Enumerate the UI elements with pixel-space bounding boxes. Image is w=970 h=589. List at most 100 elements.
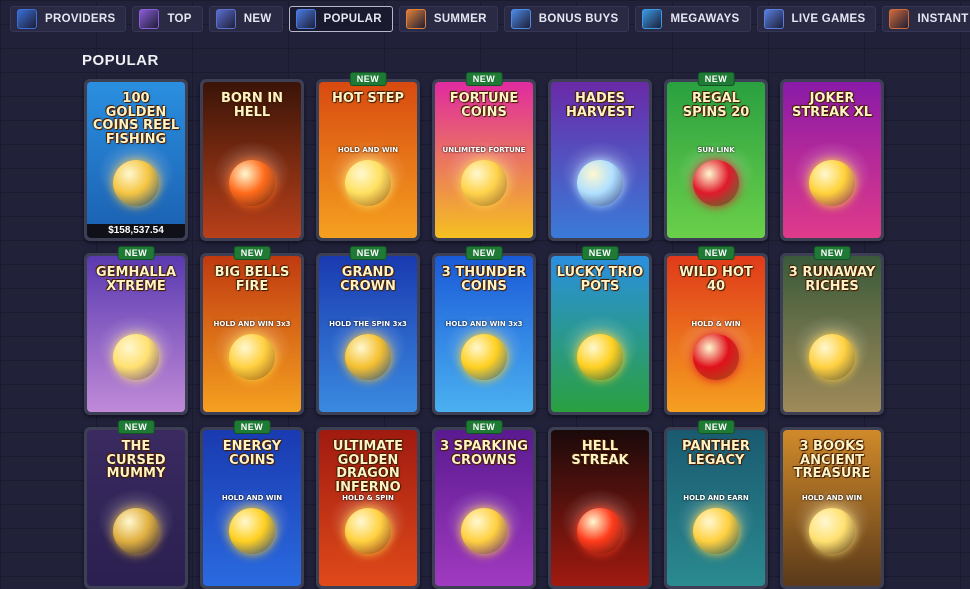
game-title: WILD HOT 40	[679, 265, 753, 294]
game-thumbnail: ULTIMATE GOLDEN DRAGON INFERNO HOLD & SPI…	[319, 430, 417, 586]
game-thumbnail: THE CURSED MUMMY	[87, 430, 185, 586]
game-thumbnail: GEMHALLA XTREME	[87, 256, 185, 412]
game-thumbnail: FORTUNE COINS UNLIMITED FORTUNE	[435, 82, 533, 238]
games-grid: 100 GOLDEN COINS REEL FISHING $158,537.54…	[0, 0, 970, 589]
new-badge: NEW	[698, 247, 734, 259]
game-thumbnail: 3 RUNAWAY RICHES	[783, 256, 881, 412]
game-emblem	[577, 334, 623, 380]
game-emblem	[461, 508, 507, 554]
game-title: ENERGY COINS	[222, 439, 282, 468]
new-badge: NEW	[350, 247, 386, 259]
game-subtitle: HOLD THE SPIN 3x3	[329, 320, 407, 328]
game-thumbnail: BIG BELLS FIRE HOLD AND WIN 3x3	[203, 256, 301, 412]
game-card[interactable]: 3 BOOKS ANCIENT TREASURE HOLD AND WIN	[780, 427, 884, 589]
new-badge: NEW	[350, 73, 386, 85]
game-emblem	[229, 508, 275, 554]
game-title: JOKER STREAK XL	[791, 91, 873, 120]
new-badge: NEW	[814, 247, 850, 259]
game-title: GEMHALLA XTREME	[95, 265, 177, 294]
new-badge: NEW	[466, 73, 502, 85]
game-emblem	[809, 508, 855, 554]
game-card[interactable]: ULTIMATE GOLDEN DRAGON INFERNO HOLD & SPI…	[316, 427, 420, 589]
game-emblem	[113, 508, 159, 554]
new-badge: NEW	[234, 421, 270, 433]
game-thumbnail: PANTHER LEGACY HOLD AND EARN	[667, 430, 765, 586]
game-emblem	[345, 508, 391, 554]
game-emblem	[113, 334, 159, 380]
game-subtitle: HOLD AND EARN	[683, 494, 749, 502]
game-title: FORTUNE COINS	[449, 91, 519, 120]
game-title: GRAND CROWN	[340, 265, 396, 294]
game-emblem	[809, 160, 855, 206]
game-thumbnail: ENERGY COINS HOLD AND WIN	[203, 430, 301, 586]
game-card[interactable]: LUCKY TRIO POTS NEW	[548, 247, 652, 415]
game-thumbnail: HOT STEP HOLD AND WIN	[319, 82, 417, 238]
game-title: 100 GOLDEN COINS REEL FISHING	[92, 91, 180, 147]
game-emblem	[113, 160, 159, 206]
game-card[interactable]: ENERGY COINS HOLD AND WIN NEW	[200, 421, 304, 589]
new-badge: NEW	[582, 247, 618, 259]
new-badge: NEW	[118, 421, 154, 433]
game-emblem	[577, 508, 623, 554]
game-emblem	[461, 160, 507, 206]
game-card[interactable]: REGAL SPINS 20 SUN LINK NEW	[664, 73, 768, 241]
game-subtitle: HOLD & WIN	[691, 320, 741, 328]
game-thumbnail: BORN IN HELL	[203, 82, 301, 238]
game-card[interactable]: FORTUNE COINS UNLIMITED FORTUNE NEW	[432, 73, 536, 241]
game-thumbnail: 3 BOOKS ANCIENT TREASURE HOLD AND WIN	[783, 430, 881, 586]
game-thumbnail: JOKER STREAK XL	[783, 82, 881, 238]
game-emblem	[809, 334, 855, 380]
game-subtitle: HOLD AND WIN	[221, 494, 283, 502]
new-badge: NEW	[698, 73, 734, 85]
game-title: THE CURSED MUMMY	[106, 439, 166, 482]
new-badge: NEW	[234, 247, 270, 259]
game-emblem	[229, 160, 275, 206]
new-badge: NEW	[466, 421, 502, 433]
game-subtitle: HOLD & SPIN	[342, 494, 394, 502]
game-title: 3 RUNAWAY RICHES	[788, 265, 876, 294]
game-card[interactable]: BIG BELLS FIRE HOLD AND WIN 3x3 NEW	[200, 247, 304, 415]
game-subtitle: HOLD AND WIN 3x3	[213, 320, 291, 328]
game-card[interactable]: GRAND CROWN HOLD THE SPIN 3x3 NEW	[316, 247, 420, 415]
game-emblem	[461, 334, 507, 380]
game-title: PANTHER LEGACY	[682, 439, 750, 468]
game-thumbnail: GRAND CROWN HOLD THE SPIN 3x3	[319, 256, 417, 412]
game-card[interactable]: HOT STEP HOLD AND WIN NEW	[316, 73, 420, 241]
game-card[interactable]: HADES HARVEST	[548, 79, 652, 241]
game-title: ULTIMATE GOLDEN DRAGON INFERNO	[332, 439, 404, 495]
game-emblem	[577, 160, 623, 206]
game-card[interactable]: JOKER STREAK XL	[780, 79, 884, 241]
game-card[interactable]: WILD HOT 40 HOLD & WIN NEW	[664, 247, 768, 415]
game-thumbnail: REGAL SPINS 20 SUN LINK	[667, 82, 765, 238]
game-card[interactable]: 100 GOLDEN COINS REEL FISHING $158,537.54	[84, 79, 188, 241]
game-title: HELL STREAK	[571, 439, 629, 468]
game-emblem	[693, 334, 739, 380]
game-emblem	[345, 160, 391, 206]
game-emblem	[693, 160, 739, 206]
jackpot-amount: $158,537.54	[87, 224, 185, 238]
game-title: HADES HARVEST	[565, 91, 635, 120]
game-card[interactable]: 3 THUNDER COINS HOLD AND WIN 3x3 NEW	[432, 247, 536, 415]
game-card[interactable]: BORN IN HELL	[200, 79, 304, 241]
game-card[interactable]: PANTHER LEGACY HOLD AND EARN NEW	[664, 421, 768, 589]
game-card[interactable]: 3 SPARKING CROWNS NEW	[432, 421, 536, 589]
new-badge: NEW	[118, 247, 154, 259]
game-title: 3 BOOKS ANCIENT TREASURE	[793, 439, 871, 482]
new-badge: NEW	[698, 421, 734, 433]
game-thumbnail: LUCKY TRIO POTS	[551, 256, 649, 412]
game-emblem	[229, 334, 275, 380]
game-subtitle: UNLIMITED FORTUNE	[442, 146, 526, 154]
game-emblem	[693, 508, 739, 554]
game-card[interactable]: 3 RUNAWAY RICHES NEW	[780, 247, 884, 415]
game-thumbnail: 3 SPARKING CROWNS	[435, 430, 533, 586]
game-card[interactable]: HELL STREAK	[548, 427, 652, 589]
game-title: 3 SPARKING CROWNS	[440, 439, 528, 468]
new-badge: NEW	[466, 247, 502, 259]
game-emblem	[345, 334, 391, 380]
game-card[interactable]: GEMHALLA XTREME NEW	[84, 247, 188, 415]
game-title: BORN IN HELL	[220, 91, 284, 120]
game-title: BIG BELLS FIRE	[214, 265, 290, 294]
game-subtitle: HOLD AND WIN	[801, 494, 863, 502]
game-card[interactable]: THE CURSED MUMMY NEW	[84, 421, 188, 589]
game-subtitle: HOLD AND WIN	[337, 146, 399, 154]
